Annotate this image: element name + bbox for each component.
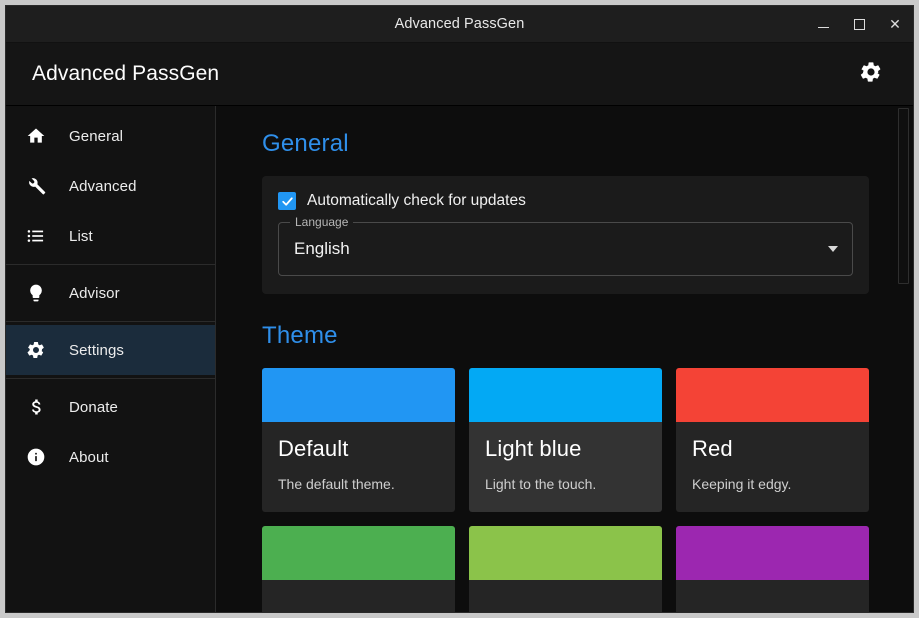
sidebar: General Advanced List Advisor Settings D… bbox=[6, 106, 216, 612]
theme-card-name: Default bbox=[278, 436, 349, 461]
home-icon bbox=[26, 126, 52, 146]
minimize-icon bbox=[817, 26, 829, 28]
close-icon: ✕ bbox=[889, 16, 901, 32]
nav-group-settings: Settings bbox=[6, 322, 215, 378]
sidebar-item-advanced[interactable]: Advanced bbox=[6, 161, 215, 211]
app-body: General Advanced List Advisor Settings D… bbox=[6, 106, 913, 612]
theme-swatch bbox=[262, 526, 455, 580]
theme-card-body bbox=[262, 580, 455, 612]
app-title: Advanced PassGen bbox=[32, 62, 220, 85]
header-settings-button[interactable] bbox=[851, 54, 891, 94]
sidebar-label-general: General bbox=[69, 127, 124, 145]
minimize-button[interactable] bbox=[805, 6, 841, 42]
theme-card-default[interactable]: Default The default theme. bbox=[262, 368, 455, 512]
general-section-title: General bbox=[262, 130, 349, 157]
nav-group-advisor: Advisor bbox=[6, 265, 215, 321]
theme-card-name: Light blue bbox=[485, 436, 582, 461]
theme-card-purple[interactable] bbox=[676, 526, 869, 612]
window-title: Advanced PassGen bbox=[394, 16, 525, 32]
theme-section-title: Theme bbox=[262, 322, 338, 349]
theme-swatch bbox=[469, 368, 662, 422]
sidebar-label-advanced: Advanced bbox=[69, 177, 137, 195]
theme-swatch bbox=[676, 526, 869, 580]
sidebar-item-settings[interactable]: Settings bbox=[6, 325, 215, 375]
theme-grid: Default The default theme. Light blue Li… bbox=[262, 368, 869, 612]
sidebar-label-donate: Donate bbox=[69, 398, 118, 416]
theme-card-desc: Keeping it edgy. bbox=[692, 476, 792, 492]
dollar-icon bbox=[26, 397, 52, 417]
info-icon bbox=[26, 447, 52, 467]
sidebar-item-list[interactable]: List bbox=[6, 211, 215, 261]
theme-card-body: Default The default theme. bbox=[262, 422, 455, 512]
auto-update-row[interactable]: Automatically check for updates bbox=[278, 192, 853, 210]
sidebar-label-advisor: Advisor bbox=[69, 284, 120, 302]
window-controls: ✕ bbox=[805, 6, 913, 42]
theme-card-body: Light blue Light to the touch. bbox=[469, 422, 662, 512]
maximize-icon bbox=[853, 18, 865, 30]
nav-group-primary: General Advanced List bbox=[6, 108, 215, 264]
nav-group-secondary: Donate About bbox=[6, 379, 215, 485]
settings-content: General Automatically check for updates … bbox=[216, 106, 913, 612]
gear-icon bbox=[26, 340, 52, 360]
sidebar-label-about: About bbox=[69, 448, 109, 466]
theme-card-green[interactable] bbox=[262, 526, 455, 612]
theme-card-name: Red bbox=[692, 436, 733, 461]
sidebar-label-settings: Settings bbox=[69, 341, 124, 359]
language-select-value: English bbox=[294, 239, 350, 258]
app-header: Advanced PassGen bbox=[6, 43, 913, 106]
theme-card-body bbox=[469, 580, 662, 612]
auto-update-checkbox[interactable] bbox=[278, 192, 296, 210]
sidebar-item-general[interactable]: General bbox=[6, 111, 215, 161]
close-button[interactable]: ✕ bbox=[877, 6, 913, 42]
language-select-legend: Language bbox=[290, 215, 354, 229]
app-window: Advanced PassGen ✕ Advanced PassGen Gene… bbox=[6, 6, 913, 612]
general-panel: Automatically check for updates Language… bbox=[262, 176, 869, 294]
theme-card-red[interactable]: Red Keeping it edgy. bbox=[676, 368, 869, 512]
language-select[interactable]: Language English bbox=[278, 215, 853, 276]
theme-swatch bbox=[469, 526, 662, 580]
theme-card-light-green[interactable] bbox=[469, 526, 662, 612]
title-bar: Advanced PassGen ✕ bbox=[6, 6, 913, 43]
theme-swatch bbox=[676, 368, 869, 422]
settings-content-inner: General Automatically check for updates … bbox=[216, 106, 913, 612]
list-icon bbox=[26, 226, 52, 246]
wrench-icon bbox=[26, 176, 52, 196]
content-scrollbar[interactable] bbox=[898, 106, 911, 612]
scrollbar-thumb[interactable] bbox=[898, 108, 909, 284]
chevron-down-icon bbox=[828, 246, 838, 252]
gear-icon bbox=[859, 60, 883, 89]
theme-swatch bbox=[262, 368, 455, 422]
theme-card-body: Red Keeping it edgy. bbox=[676, 422, 869, 512]
lightbulb-icon bbox=[26, 283, 52, 303]
theme-card-desc: The default theme. bbox=[278, 476, 395, 492]
sidebar-item-donate[interactable]: Donate bbox=[6, 382, 215, 432]
maximize-button[interactable] bbox=[841, 6, 877, 42]
sidebar-item-about[interactable]: About bbox=[6, 432, 215, 482]
sidebar-label-list: List bbox=[69, 227, 93, 245]
theme-card-desc: Light to the touch. bbox=[485, 476, 597, 492]
sidebar-item-advisor[interactable]: Advisor bbox=[6, 268, 215, 318]
auto-update-label: Automatically check for updates bbox=[307, 192, 526, 209]
theme-card-body bbox=[676, 580, 869, 612]
theme-card-light-blue[interactable]: Light blue Light to the touch. bbox=[469, 368, 662, 512]
